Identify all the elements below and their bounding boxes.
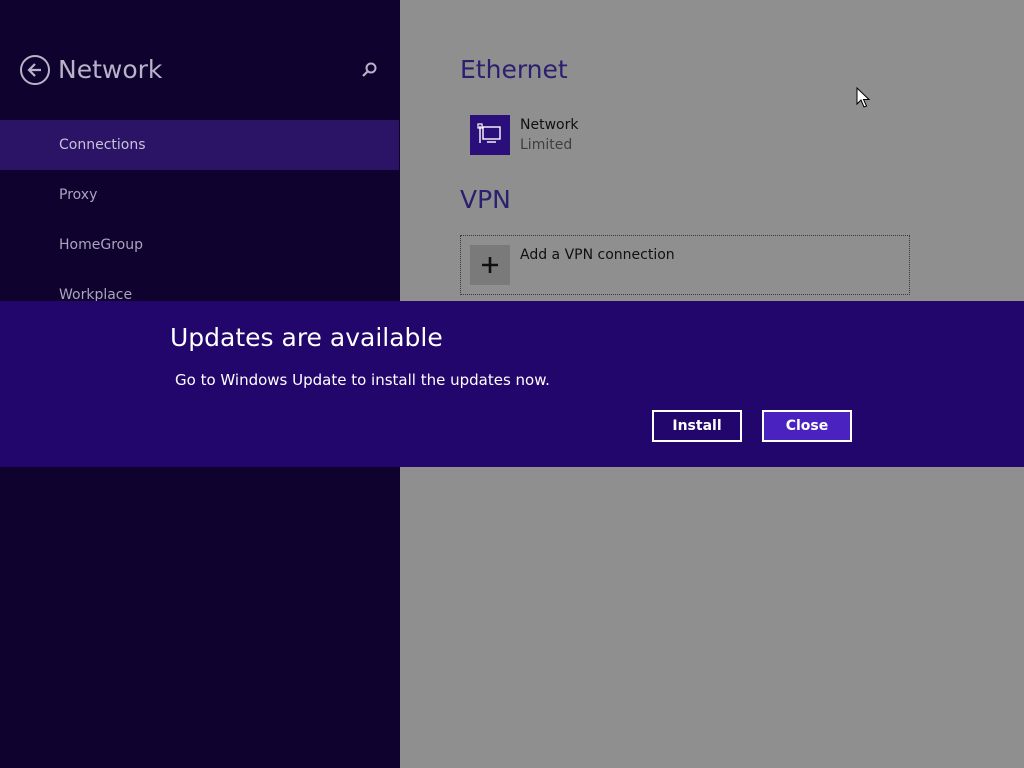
banner-title: Updates are available <box>170 323 443 352</box>
ethernet-network-status: Limited <box>520 137 573 153</box>
vpn-heading: VPN <box>460 185 511 214</box>
sidebar-title: Network <box>58 55 163 84</box>
sidebar-item-homegroup[interactable]: HomeGroup <box>0 220 399 270</box>
search-icon <box>362 62 377 77</box>
sidebar-item-connections[interactable]: Connections <box>0 120 399 170</box>
install-button[interactable]: Install <box>652 410 742 442</box>
ethernet-network-icon[interactable] <box>470 115 510 155</box>
back-button[interactable] <box>20 55 50 85</box>
sidebar-nav: Connections Proxy HomeGroup Workplace <box>0 120 399 320</box>
updates-banner: Updates are available Go to Windows Upda… <box>0 301 1024 467</box>
back-arrow-icon <box>27 63 41 77</box>
mouse-pointer-icon <box>856 87 870 108</box>
ethernet-heading: Ethernet <box>460 55 568 84</box>
add-vpn-label: Add a VPN connection <box>520 247 675 263</box>
close-button[interactable]: Close <box>762 410 852 442</box>
add-vpn-connection-button[interactable]: Add a VPN connection <box>460 235 910 295</box>
plus-icon <box>470 245 510 285</box>
sidebar-header: Network <box>20 54 382 88</box>
banner-message: Go to Windows Update to install the upda… <box>175 371 550 389</box>
search-button[interactable] <box>360 60 380 80</box>
ethernet-network-name[interactable]: Network <box>520 117 578 133</box>
sidebar-item-proxy[interactable]: Proxy <box>0 170 399 220</box>
